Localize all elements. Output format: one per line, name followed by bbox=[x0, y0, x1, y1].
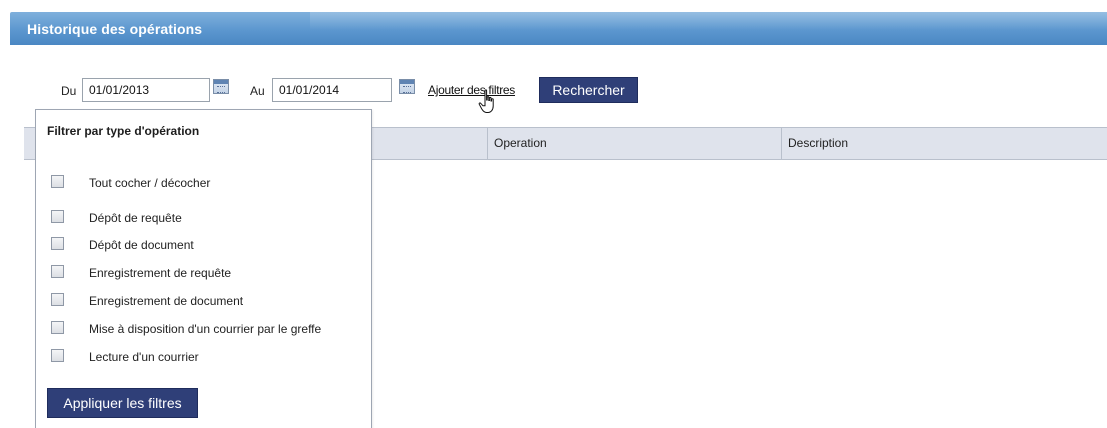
filter-option-row: Enregistrement de document bbox=[51, 293, 369, 311]
section-header: Historique des opérations bbox=[10, 12, 1107, 45]
section-title: Historique des opérations bbox=[27, 21, 203, 37]
apply-filters-button[interactable]: Appliquer les filtres bbox=[47, 388, 198, 418]
calendar-icon[interactable] bbox=[399, 79, 415, 94]
to-label: Au bbox=[250, 84, 265, 98]
filter-checkbox[interactable] bbox=[51, 349, 64, 362]
page: Historique des opérations Du Au Ajouter … bbox=[0, 0, 1107, 428]
toggle-all-label[interactable]: Tout cocher / décocher bbox=[89, 176, 210, 190]
from-label: Du bbox=[61, 84, 77, 98]
filter-option-row: Mise à disposition d'un courrier par le … bbox=[51, 321, 369, 339]
filter-option-row: Lecture d'un courrier bbox=[51, 349, 369, 367]
filter-checkbox[interactable] bbox=[51, 210, 64, 223]
filter-option-row: Dépôt de document bbox=[51, 237, 369, 255]
operation-type-filter-popup: Filtrer par type d'opération Tout cocher… bbox=[35, 109, 372, 428]
column-header bbox=[24, 128, 34, 159]
toggle-all-row: Tout cocher / décocher bbox=[51, 175, 369, 193]
filter-checkbox[interactable] bbox=[51, 321, 64, 334]
column-header-operation[interactable]: Operation bbox=[487, 128, 781, 159]
filter-checkbox[interactable] bbox=[51, 293, 64, 306]
filter-option-label[interactable]: Mise à disposition d'un courrier par le … bbox=[89, 322, 321, 336]
filter-option-row: Dépôt de requête bbox=[51, 210, 369, 228]
filter-option-label[interactable]: Enregistrement de document bbox=[89, 294, 243, 308]
column-header-description[interactable]: Description bbox=[781, 128, 1107, 159]
filter-option-row: Enregistrement de requête bbox=[51, 265, 369, 283]
filter-option-label[interactable]: Dépôt de requête bbox=[89, 211, 182, 225]
date-filter-row: Du Au Ajouter des filtres Rechercher bbox=[0, 77, 1107, 113]
filter-checkbox[interactable] bbox=[51, 265, 64, 278]
filter-option-label[interactable]: Enregistrement de requête bbox=[89, 266, 231, 280]
toggle-all-checkbox[interactable] bbox=[51, 175, 64, 188]
calendar-icon[interactable] bbox=[213, 79, 229, 94]
filter-option-label[interactable]: Lecture d'un courrier bbox=[89, 350, 199, 364]
search-button[interactable]: Rechercher bbox=[539, 77, 638, 103]
from-date-input[interactable] bbox=[82, 78, 210, 102]
to-date-input[interactable] bbox=[272, 78, 392, 102]
popup-title: Filtrer par type d'opération bbox=[47, 124, 200, 138]
filter-checkbox[interactable] bbox=[51, 237, 64, 250]
hand-pointer-icon bbox=[478, 89, 494, 113]
filter-option-label[interactable]: Dépôt de document bbox=[89, 238, 194, 252]
add-filters-link[interactable]: Ajouter des filtres bbox=[428, 83, 515, 97]
